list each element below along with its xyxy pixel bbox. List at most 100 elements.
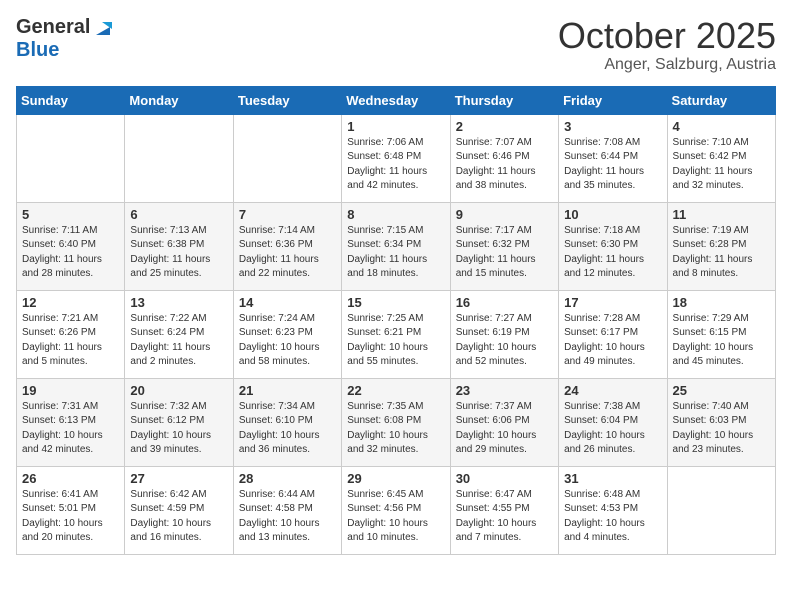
calendar-cell: 14 Sunrise: 7:24 AMSunset: 6:23 PMDayligh… xyxy=(233,290,341,378)
calendar-cell: 27Sunrise: 6:42 AMSunset: 4:59 PMDayligh… xyxy=(125,466,233,554)
day-info: Sunrise: 7:34 AMSunset: 6:10 PMDaylight:… xyxy=(239,400,336,458)
day-number: 23 xyxy=(456,383,553,398)
calendar-week-row: 5 Sunrise: 7:11 AMSunset: 6:40 PMDaylight… xyxy=(17,202,776,290)
calendar-cell xyxy=(17,114,125,202)
day-number: 2 xyxy=(456,119,553,134)
day-number: 14 xyxy=(239,295,336,310)
calendar-cell: 16 Sunrise: 7:27 AMSunset: 6:19 PMDayligh… xyxy=(450,290,558,378)
logo-blue-text: Blue xyxy=(16,39,59,62)
calendar-table: SundayMondayTuesdayWednesdayThursdayFrid… xyxy=(16,86,776,555)
day-info: Sunrise: 6:44 AMSunset: 4:58 PMDaylight:… xyxy=(239,488,336,546)
day-number: 22 xyxy=(347,383,444,398)
logo: General Blue xyxy=(16,16,114,62)
calendar-cell: 17 Sunrise: 7:28 AMSunset: 6:17 PMDayligh… xyxy=(559,290,667,378)
day-info: Sunrise: 7:38 AMSunset: 6:04 PMDaylight:… xyxy=(564,400,661,458)
day-number: 8 xyxy=(347,207,444,222)
calendar-cell: 4Sunrise: 7:10 AMSunset: 6:42 PMDaylight… xyxy=(667,114,775,202)
calendar-header-wednesday: Wednesday xyxy=(342,86,450,114)
calendar-cell: 3 Sunrise: 7:08 AMSunset: 6:44 PMDaylight… xyxy=(559,114,667,202)
calendar-cell: 9 Sunrise: 7:17 AMSunset: 6:32 PMDaylight… xyxy=(450,202,558,290)
calendar-cell: 1Sunrise: 7:06 AMSunset: 6:48 PMDaylight… xyxy=(342,114,450,202)
title-block: October 2025 Anger, Salzburg, Austria xyxy=(558,16,776,74)
calendar-cell: 8 Sunrise: 7:15 AMSunset: 6:34 PMDaylight… xyxy=(342,202,450,290)
day-number: 6 xyxy=(130,207,227,222)
day-number: 20 xyxy=(130,383,227,398)
day-number: 9 xyxy=(456,207,553,222)
day-info: Sunrise: 7:18 AMSunset: 6:30 PMDaylight:… xyxy=(564,224,661,282)
calendar-cell: 2 Sunrise: 7:07 AMSunset: 6:46 PMDaylight… xyxy=(450,114,558,202)
calendar-cell: 7 Sunrise: 7:14 AMSunset: 6:36 PMDaylight… xyxy=(233,202,341,290)
day-info: Sunrise: 7:14 AMSunset: 6:36 PMDaylight:… xyxy=(239,224,336,282)
calendar-week-row: 12 Sunrise: 7:21 AMSunset: 6:26 PMDayligh… xyxy=(17,290,776,378)
day-info: Sunrise: 7:06 AMSunset: 6:48 PMDaylight:… xyxy=(347,136,444,194)
calendar-cell: 22Sunrise: 7:35 AMSunset: 6:08 PMDayligh… xyxy=(342,378,450,466)
day-info: Sunrise: 7:37 AMSunset: 6:06 PMDaylight:… xyxy=(456,400,553,458)
day-info: Sunrise: 6:47 AMSunset: 4:55 PMDaylight:… xyxy=(456,488,553,546)
day-info: Sunrise: 7:15 AMSunset: 6:34 PMDaylight:… xyxy=(347,224,444,282)
calendar-cell: 30 Sunrise: 6:47 AMSunset: 4:55 PMDayligh… xyxy=(450,466,558,554)
calendar-cell: 24 Sunrise: 7:38 AMSunset: 6:04 PMDayligh… xyxy=(559,378,667,466)
day-number: 24 xyxy=(564,383,661,398)
calendar-cell: 11 Sunrise: 7:19 AMSunset: 6:28 PMDayligh… xyxy=(667,202,775,290)
calendar-header-friday: Friday xyxy=(559,86,667,114)
calendar-week-row: 26 Sunrise: 6:41 AMSunset: 5:01 PMDayligh… xyxy=(17,466,776,554)
calendar-week-row: 19Sunrise: 7:31 AMSunset: 6:13 PMDayligh… xyxy=(17,378,776,466)
day-info: Sunrise: 7:08 AMSunset: 6:44 PMDaylight:… xyxy=(564,136,661,194)
day-info: Sunrise: 7:17 AMSunset: 6:32 PMDaylight:… xyxy=(456,224,553,282)
logo-icon xyxy=(92,17,114,39)
day-info: Sunrise: 6:42 AMSunset: 4:59 PMDaylight:… xyxy=(130,488,227,546)
day-number: 30 xyxy=(456,471,553,486)
calendar-cell xyxy=(667,466,775,554)
day-number: 26 xyxy=(22,471,119,486)
day-number: 25 xyxy=(673,383,770,398)
calendar-header-sunday: Sunday xyxy=(17,86,125,114)
calendar-cell xyxy=(125,114,233,202)
calendar-cell: 5 Sunrise: 7:11 AMSunset: 6:40 PMDaylight… xyxy=(17,202,125,290)
day-number: 7 xyxy=(239,207,336,222)
calendar-cell: 28 Sunrise: 6:44 AMSunset: 4:58 PMDayligh… xyxy=(233,466,341,554)
day-info: Sunrise: 7:27 AMSunset: 6:19 PMDaylight:… xyxy=(456,312,553,370)
day-info: Sunrise: 7:21 AMSunset: 6:26 PMDaylight:… xyxy=(22,312,119,370)
day-number: 16 xyxy=(456,295,553,310)
calendar-header-saturday: Saturday xyxy=(667,86,775,114)
day-info: Sunrise: 7:28 AMSunset: 6:17 PMDaylight:… xyxy=(564,312,661,370)
calendar-header-monday: Monday xyxy=(125,86,233,114)
calendar-cell: 12 Sunrise: 7:21 AMSunset: 6:26 PMDayligh… xyxy=(17,290,125,378)
day-number: 12 xyxy=(22,295,119,310)
calendar-cell: 6 Sunrise: 7:13 AMSunset: 6:38 PMDaylight… xyxy=(125,202,233,290)
calendar-cell: 31 Sunrise: 6:48 AMSunset: 4:53 PMDayligh… xyxy=(559,466,667,554)
day-info: Sunrise: 7:07 AMSunset: 6:46 PMDaylight:… xyxy=(456,136,553,194)
day-number: 15 xyxy=(347,295,444,310)
day-info: Sunrise: 7:24 AMSunset: 6:23 PMDaylight:… xyxy=(239,312,336,370)
day-info: Sunrise: 6:41 AMSunset: 5:01 PMDaylight:… xyxy=(22,488,119,546)
day-info: Sunrise: 7:29 AMSunset: 6:15 PMDaylight:… xyxy=(673,312,770,370)
calendar-header-tuesday: Tuesday xyxy=(233,86,341,114)
day-info: Sunrise: 7:11 AMSunset: 6:40 PMDaylight:… xyxy=(22,224,119,282)
day-info: Sunrise: 7:10 AMSunset: 6:42 PMDaylight:… xyxy=(673,136,770,194)
day-number: 11 xyxy=(673,207,770,222)
day-number: 21 xyxy=(239,383,336,398)
day-info: Sunrise: 7:40 AMSunset: 6:03 PMDaylight:… xyxy=(673,400,770,458)
day-number: 28 xyxy=(239,471,336,486)
logo-general-text: General xyxy=(16,16,90,39)
calendar-cell xyxy=(233,114,341,202)
day-number: 5 xyxy=(22,207,119,222)
day-number: 18 xyxy=(673,295,770,310)
day-info: Sunrise: 7:19 AMSunset: 6:28 PMDaylight:… xyxy=(673,224,770,282)
day-number: 19 xyxy=(22,383,119,398)
month-title: October 2025 xyxy=(558,16,776,56)
day-info: Sunrise: 7:22 AMSunset: 6:24 PMDaylight:… xyxy=(130,312,227,370)
calendar-cell: 13Sunrise: 7:22 AMSunset: 6:24 PMDayligh… xyxy=(125,290,233,378)
page-header: General Blue October 2025 Anger, Salzbur… xyxy=(16,16,776,74)
day-info: Sunrise: 6:48 AMSunset: 4:53 PMDaylight:… xyxy=(564,488,661,546)
day-number: 3 xyxy=(564,119,661,134)
day-info: Sunrise: 7:13 AMSunset: 6:38 PMDaylight:… xyxy=(130,224,227,282)
day-info: Sunrise: 7:32 AMSunset: 6:12 PMDaylight:… xyxy=(130,400,227,458)
day-number: 10 xyxy=(564,207,661,222)
calendar-cell: 10 Sunrise: 7:18 AMSunset: 6:30 PMDayligh… xyxy=(559,202,667,290)
calendar-header-thursday: Thursday xyxy=(450,86,558,114)
day-number: 31 xyxy=(564,471,661,486)
day-number: 17 xyxy=(564,295,661,310)
calendar-cell: 21 Sunrise: 7:34 AMSunset: 6:10 PMDayligh… xyxy=(233,378,341,466)
day-number: 29 xyxy=(347,471,444,486)
